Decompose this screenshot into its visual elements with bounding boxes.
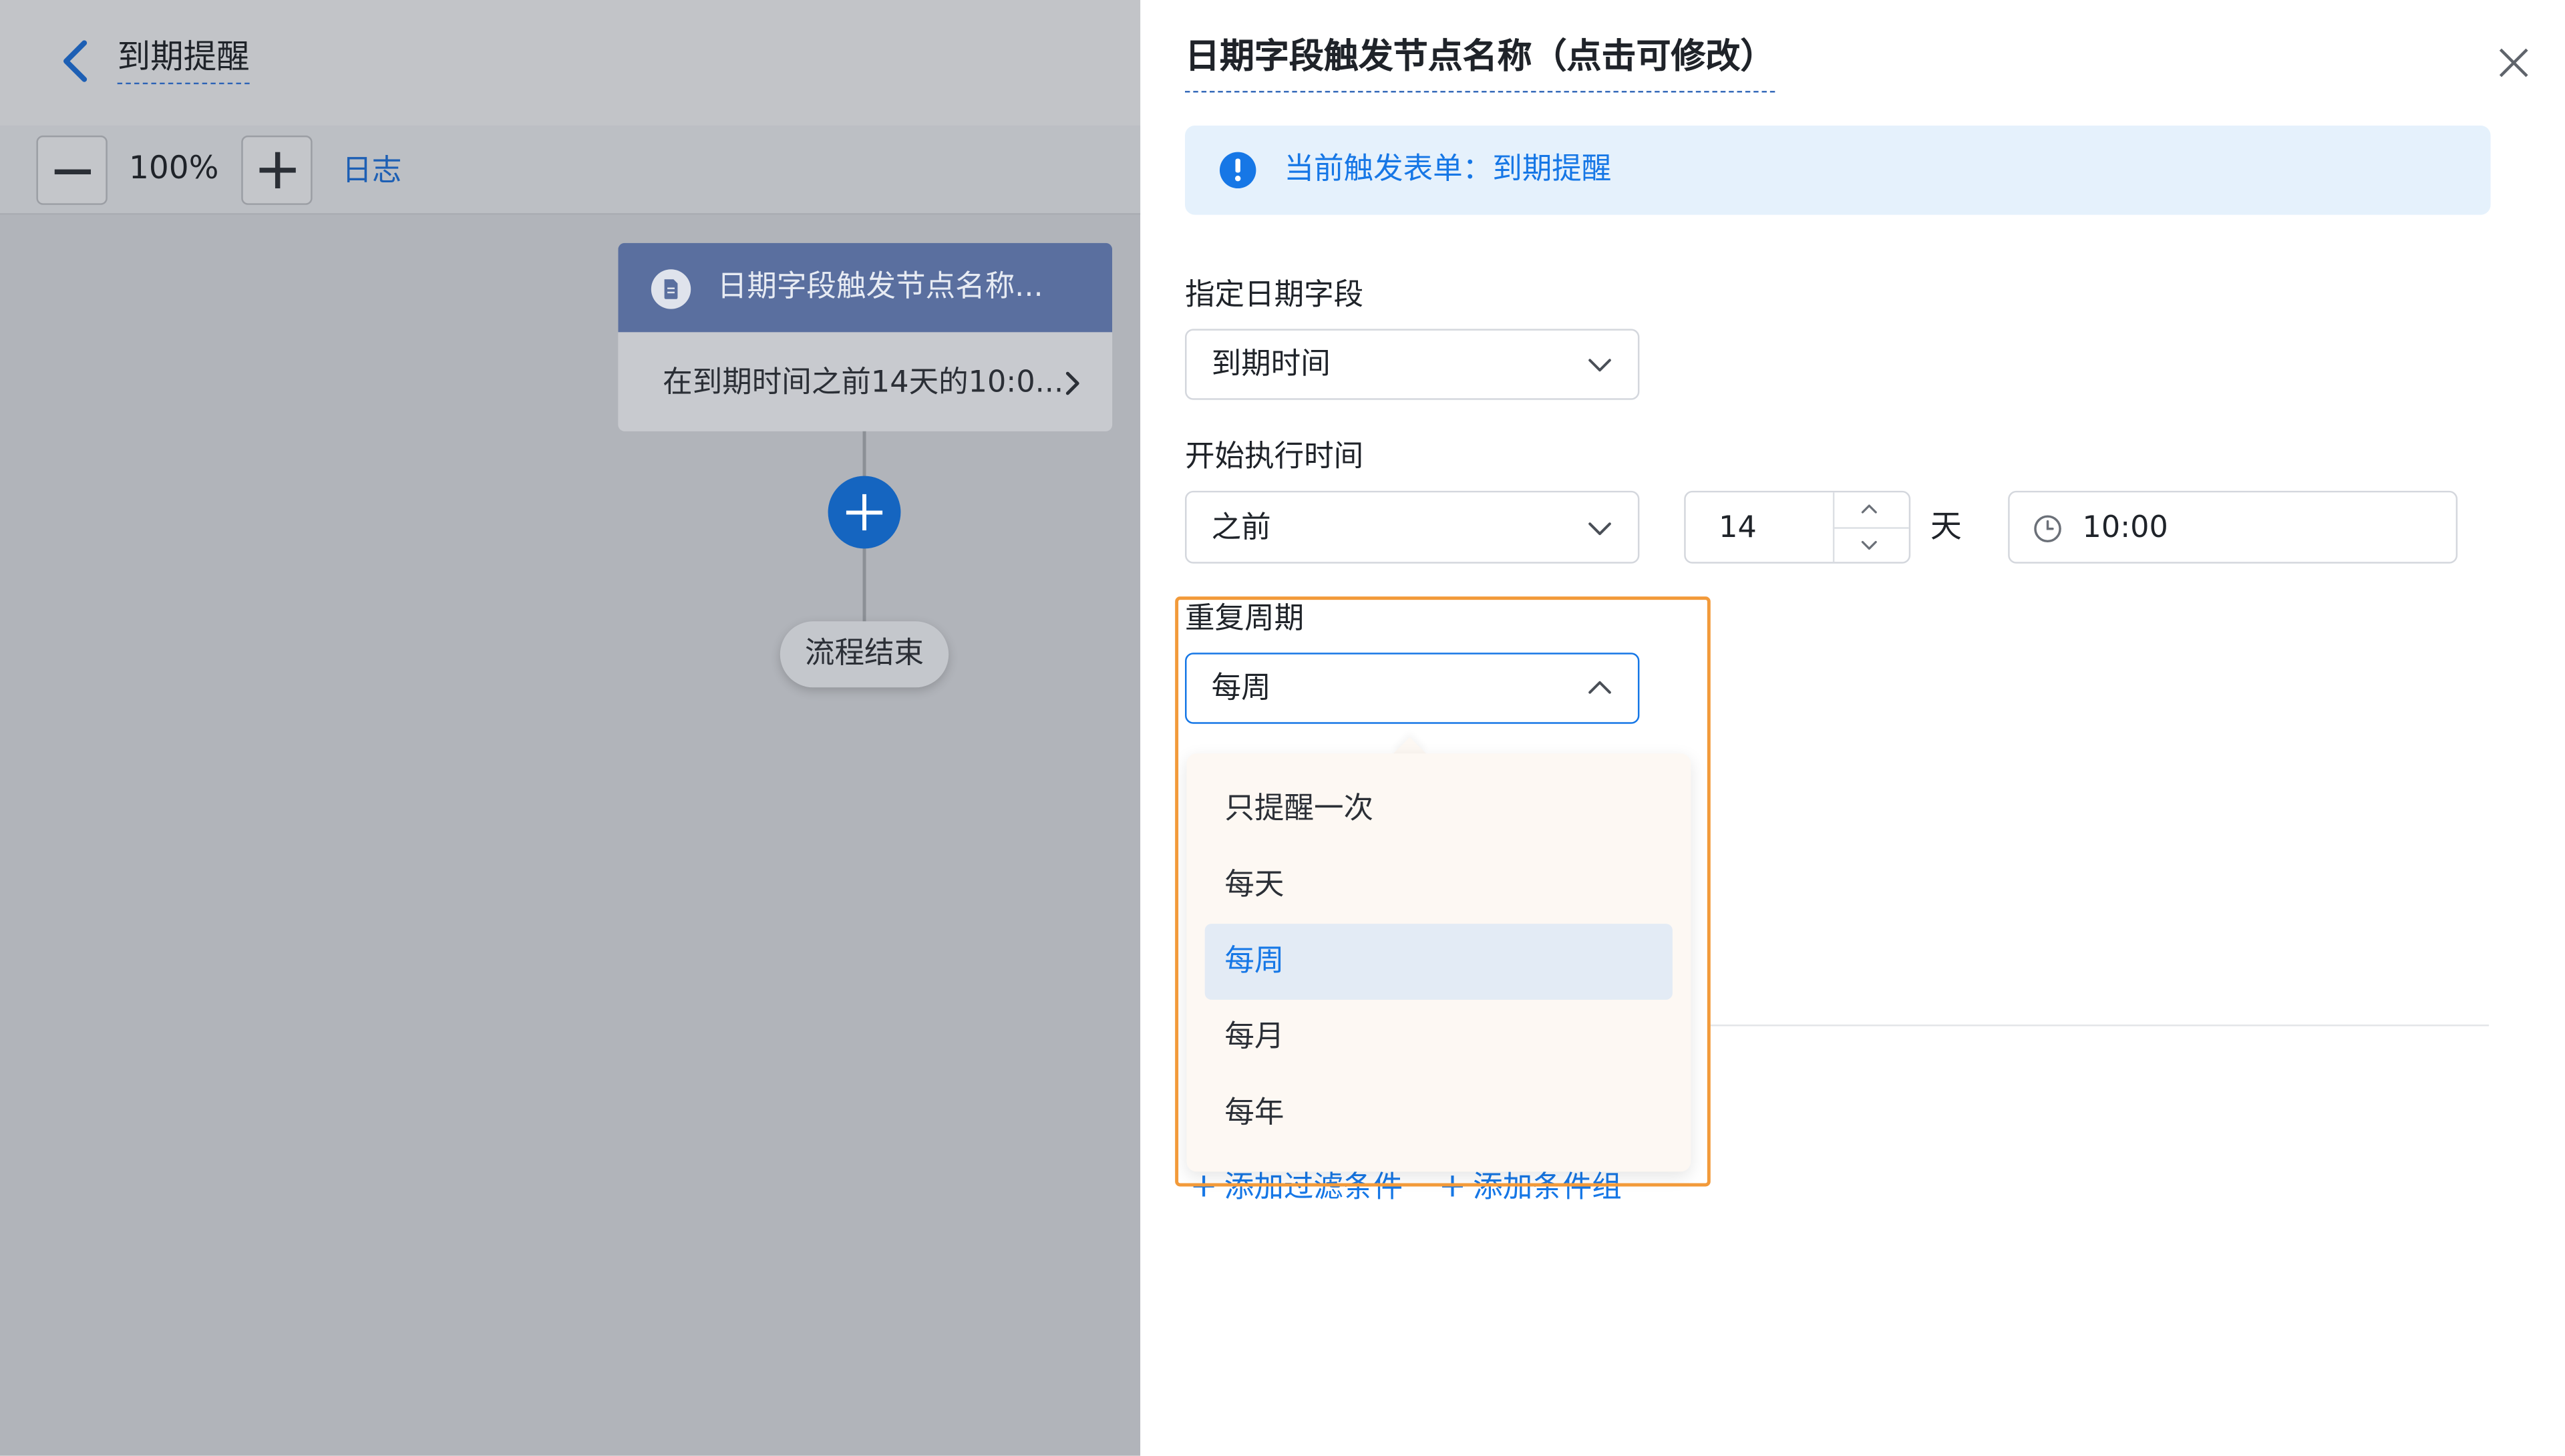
trigger-node-description: 在到期时间之前14天的10:0... bbox=[663, 365, 1064, 400]
chevron-right-icon bbox=[1065, 371, 1079, 395]
date-field-select[interactable]: 到期时间 bbox=[1185, 329, 1640, 400]
top-bar: 到期提醒 bbox=[0, 0, 1141, 126]
chevron-down-icon[interactable] bbox=[1859, 539, 1879, 552]
section-divider bbox=[1710, 1025, 2490, 1027]
direction-value: 之前 bbox=[1211, 510, 1271, 546]
exclamation-icon bbox=[1219, 152, 1256, 189]
zoom-out-button[interactable] bbox=[36, 135, 108, 205]
date-field-label: 指定日期字段 bbox=[1185, 277, 1364, 313]
log-link[interactable]: 日志 bbox=[342, 149, 401, 195]
date-field-value: 到期时间 bbox=[1211, 347, 1331, 382]
plus-circle-icon bbox=[846, 494, 883, 531]
chevron-down-icon bbox=[1588, 359, 1611, 372]
flow-canvas: 到期提醒 100% 日志 日期字段触发节点名称... 在到期时间之前14天的10… bbox=[0, 0, 1141, 1456]
direction-select[interactable]: 之前 bbox=[1185, 490, 1640, 564]
chevron-left-icon[interactable] bbox=[56, 36, 96, 85]
info-text: 当前触发表单：到期提醒 bbox=[1284, 152, 1612, 187]
stepper-divider-horizontal bbox=[1832, 527, 1909, 529]
highlight-box bbox=[1175, 596, 1711, 1187]
days-unit: 天 bbox=[1930, 509, 1962, 546]
trigger-node-title: 日期字段触发节点名称... bbox=[717, 269, 1043, 305]
add-node-button[interactable] bbox=[828, 476, 901, 549]
days-stepper[interactable]: 14 bbox=[1684, 490, 1911, 564]
trigger-node[interactable]: 日期字段触发节点名称... 在到期时间之前14天的10:0... bbox=[618, 242, 1113, 431]
time-picker[interactable]: 10:00 bbox=[2008, 490, 2458, 564]
days-input[interactable]: 14 bbox=[1719, 509, 1757, 548]
minus-icon bbox=[54, 169, 92, 175]
trigger-node-header: 日期字段触发节点名称... bbox=[618, 242, 1113, 333]
zoom-in-button[interactable] bbox=[241, 135, 313, 205]
end-node: 流程结束 bbox=[780, 621, 949, 688]
time-value: 10:00 bbox=[2082, 510, 2168, 546]
info-banner: 当前触发表单：到期提醒 bbox=[1185, 126, 2491, 215]
clock-icon bbox=[2034, 515, 2061, 543]
start-time-label: 开始执行时间 bbox=[1185, 439, 1364, 475]
zoom-level: 100% bbox=[128, 150, 219, 187]
panel-title[interactable]: 日期字段触发节点名称（点击可修改） bbox=[1185, 31, 1775, 93]
page-title[interactable]: 到期提醒 bbox=[117, 33, 250, 85]
plus-icon bbox=[259, 152, 296, 189]
node-config-panel: 日期字段触发节点名称（点击可修改） 当前触发表单：到期提醒 指定日期字段 到期时… bbox=[1140, 0, 2565, 1456]
close-icon[interactable] bbox=[2496, 45, 2532, 81]
chevron-down-icon bbox=[1588, 522, 1611, 536]
chevron-up-icon[interactable] bbox=[1859, 502, 1879, 516]
document-icon bbox=[651, 269, 691, 309]
